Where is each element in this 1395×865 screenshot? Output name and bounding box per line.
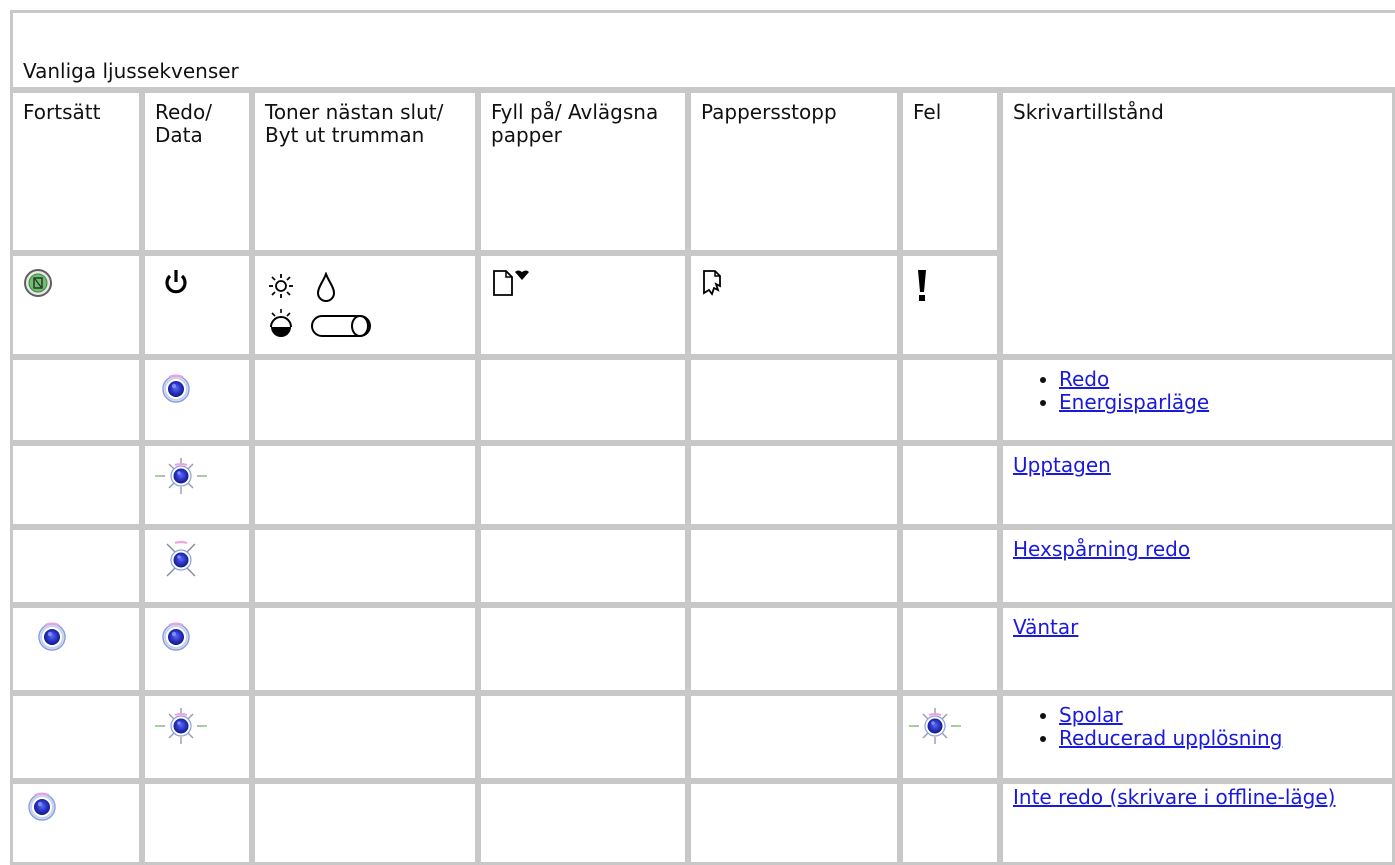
continue-button-icon bbox=[23, 268, 53, 303]
cell-printer-state: Väntar bbox=[1000, 605, 1395, 693]
cell-continue bbox=[10, 781, 142, 865]
header-error: Fel bbox=[900, 90, 1000, 253]
header-printer-state: Skrivartillstånd bbox=[1000, 90, 1395, 357]
cell-error bbox=[900, 693, 1000, 781]
led-blinking-icon bbox=[151, 706, 211, 751]
header-paper: Fyll på/ Avlägsna papper bbox=[478, 90, 688, 253]
table-row: Inte redo (skrivare i offline-läge) bbox=[10, 781, 1395, 865]
cell-continue bbox=[10, 605, 142, 693]
drum-low-icon bbox=[267, 309, 295, 344]
cell-error bbox=[900, 781, 1000, 865]
link-vantar[interactable]: Väntar bbox=[1013, 615, 1078, 639]
led-blinking-icon bbox=[151, 456, 211, 501]
cell-continue bbox=[10, 443, 142, 527]
table-row: Hexspårning redo bbox=[10, 527, 1395, 605]
link-spolar[interactable]: Spolar bbox=[1059, 703, 1123, 727]
header-ready-data: Redo/ Data bbox=[142, 90, 252, 253]
cell-error bbox=[900, 605, 1000, 693]
icon-cell-continue bbox=[10, 253, 142, 357]
link-inte-redo[interactable]: Inte redo (skrivare i offline-läge) bbox=[1013, 785, 1335, 809]
cell-ready-data bbox=[142, 357, 252, 443]
cell-continue bbox=[10, 357, 142, 443]
cell-continue bbox=[10, 527, 142, 605]
cell-printer-state: Upptagen bbox=[1000, 443, 1395, 527]
light-sequence-table: Vanliga ljussekvenser Fortsätt Redo/ Dat… bbox=[10, 10, 1395, 865]
icon-cell-paper-jam bbox=[688, 253, 900, 357]
cell-printer-state: Inte redo (skrivare i offline-läge) bbox=[1000, 781, 1395, 865]
led-blinking-icon bbox=[905, 706, 965, 751]
table-row: Redo Energisparläge bbox=[10, 357, 1395, 443]
load-paper-icon bbox=[491, 268, 533, 303]
led-on-icon bbox=[161, 622, 191, 657]
cell-ready-data bbox=[142, 527, 252, 605]
link-reducerad-upplosning[interactable]: Reducerad upplösning bbox=[1059, 726, 1282, 750]
list-item: Reducerad upplösning bbox=[1059, 727, 1384, 750]
icon-cell-ready-data bbox=[142, 253, 252, 357]
led-on-icon bbox=[161, 374, 191, 409]
cell-printer-state: Hexspårning redo bbox=[1000, 527, 1395, 605]
header-paper-jam: Pappersstopp bbox=[688, 90, 900, 253]
led-on-icon bbox=[37, 622, 67, 657]
list-item: Energisparläge bbox=[1059, 391, 1384, 414]
cell-printer-state: Spolar Reducerad upplösning bbox=[1000, 693, 1395, 781]
cell-ready-data bbox=[142, 443, 252, 527]
header-toner: Toner nästan slut/ Byt ut trumman bbox=[252, 90, 478, 253]
link-energisparlage[interactable]: Energisparläge bbox=[1059, 390, 1209, 414]
link-hexsparning-redo[interactable]: Hexspårning redo bbox=[1013, 537, 1190, 561]
link-redo[interactable]: Redo bbox=[1059, 367, 1109, 391]
cell-ready-data bbox=[142, 781, 252, 865]
table-caption: Vanliga ljussekvenser bbox=[10, 10, 1395, 90]
led-on-icon bbox=[27, 792, 57, 827]
header-continue: Fortsätt bbox=[10, 90, 142, 253]
cell-error bbox=[900, 357, 1000, 443]
cell-ready-data bbox=[142, 693, 252, 781]
list-item: Spolar bbox=[1059, 704, 1384, 727]
list-item: Redo bbox=[1059, 368, 1384, 391]
toner-drop-icon bbox=[315, 271, 337, 307]
table-row: Spolar Reducerad upplösning bbox=[10, 693, 1395, 781]
sun-icon bbox=[267, 272, 295, 305]
drum-cartridge-icon bbox=[309, 309, 375, 344]
cell-error bbox=[900, 443, 1000, 527]
cell-printer-state: Redo Energisparläge bbox=[1000, 357, 1395, 443]
cell-continue bbox=[10, 693, 142, 781]
table-row: Upptagen bbox=[10, 443, 1395, 527]
cell-error bbox=[900, 527, 1000, 605]
icon-cell-paper bbox=[478, 253, 688, 357]
led-blinking-slow-icon bbox=[161, 538, 201, 587]
table-row: Väntar bbox=[10, 605, 1395, 693]
power-icon bbox=[163, 268, 189, 301]
icon-cell-error bbox=[900, 253, 1000, 357]
link-upptagen[interactable]: Upptagen bbox=[1013, 453, 1111, 477]
icon-cell-toner bbox=[252, 253, 478, 357]
exclamation-icon bbox=[915, 268, 929, 309]
paper-jam-icon bbox=[701, 268, 725, 303]
cell-ready-data bbox=[142, 605, 252, 693]
